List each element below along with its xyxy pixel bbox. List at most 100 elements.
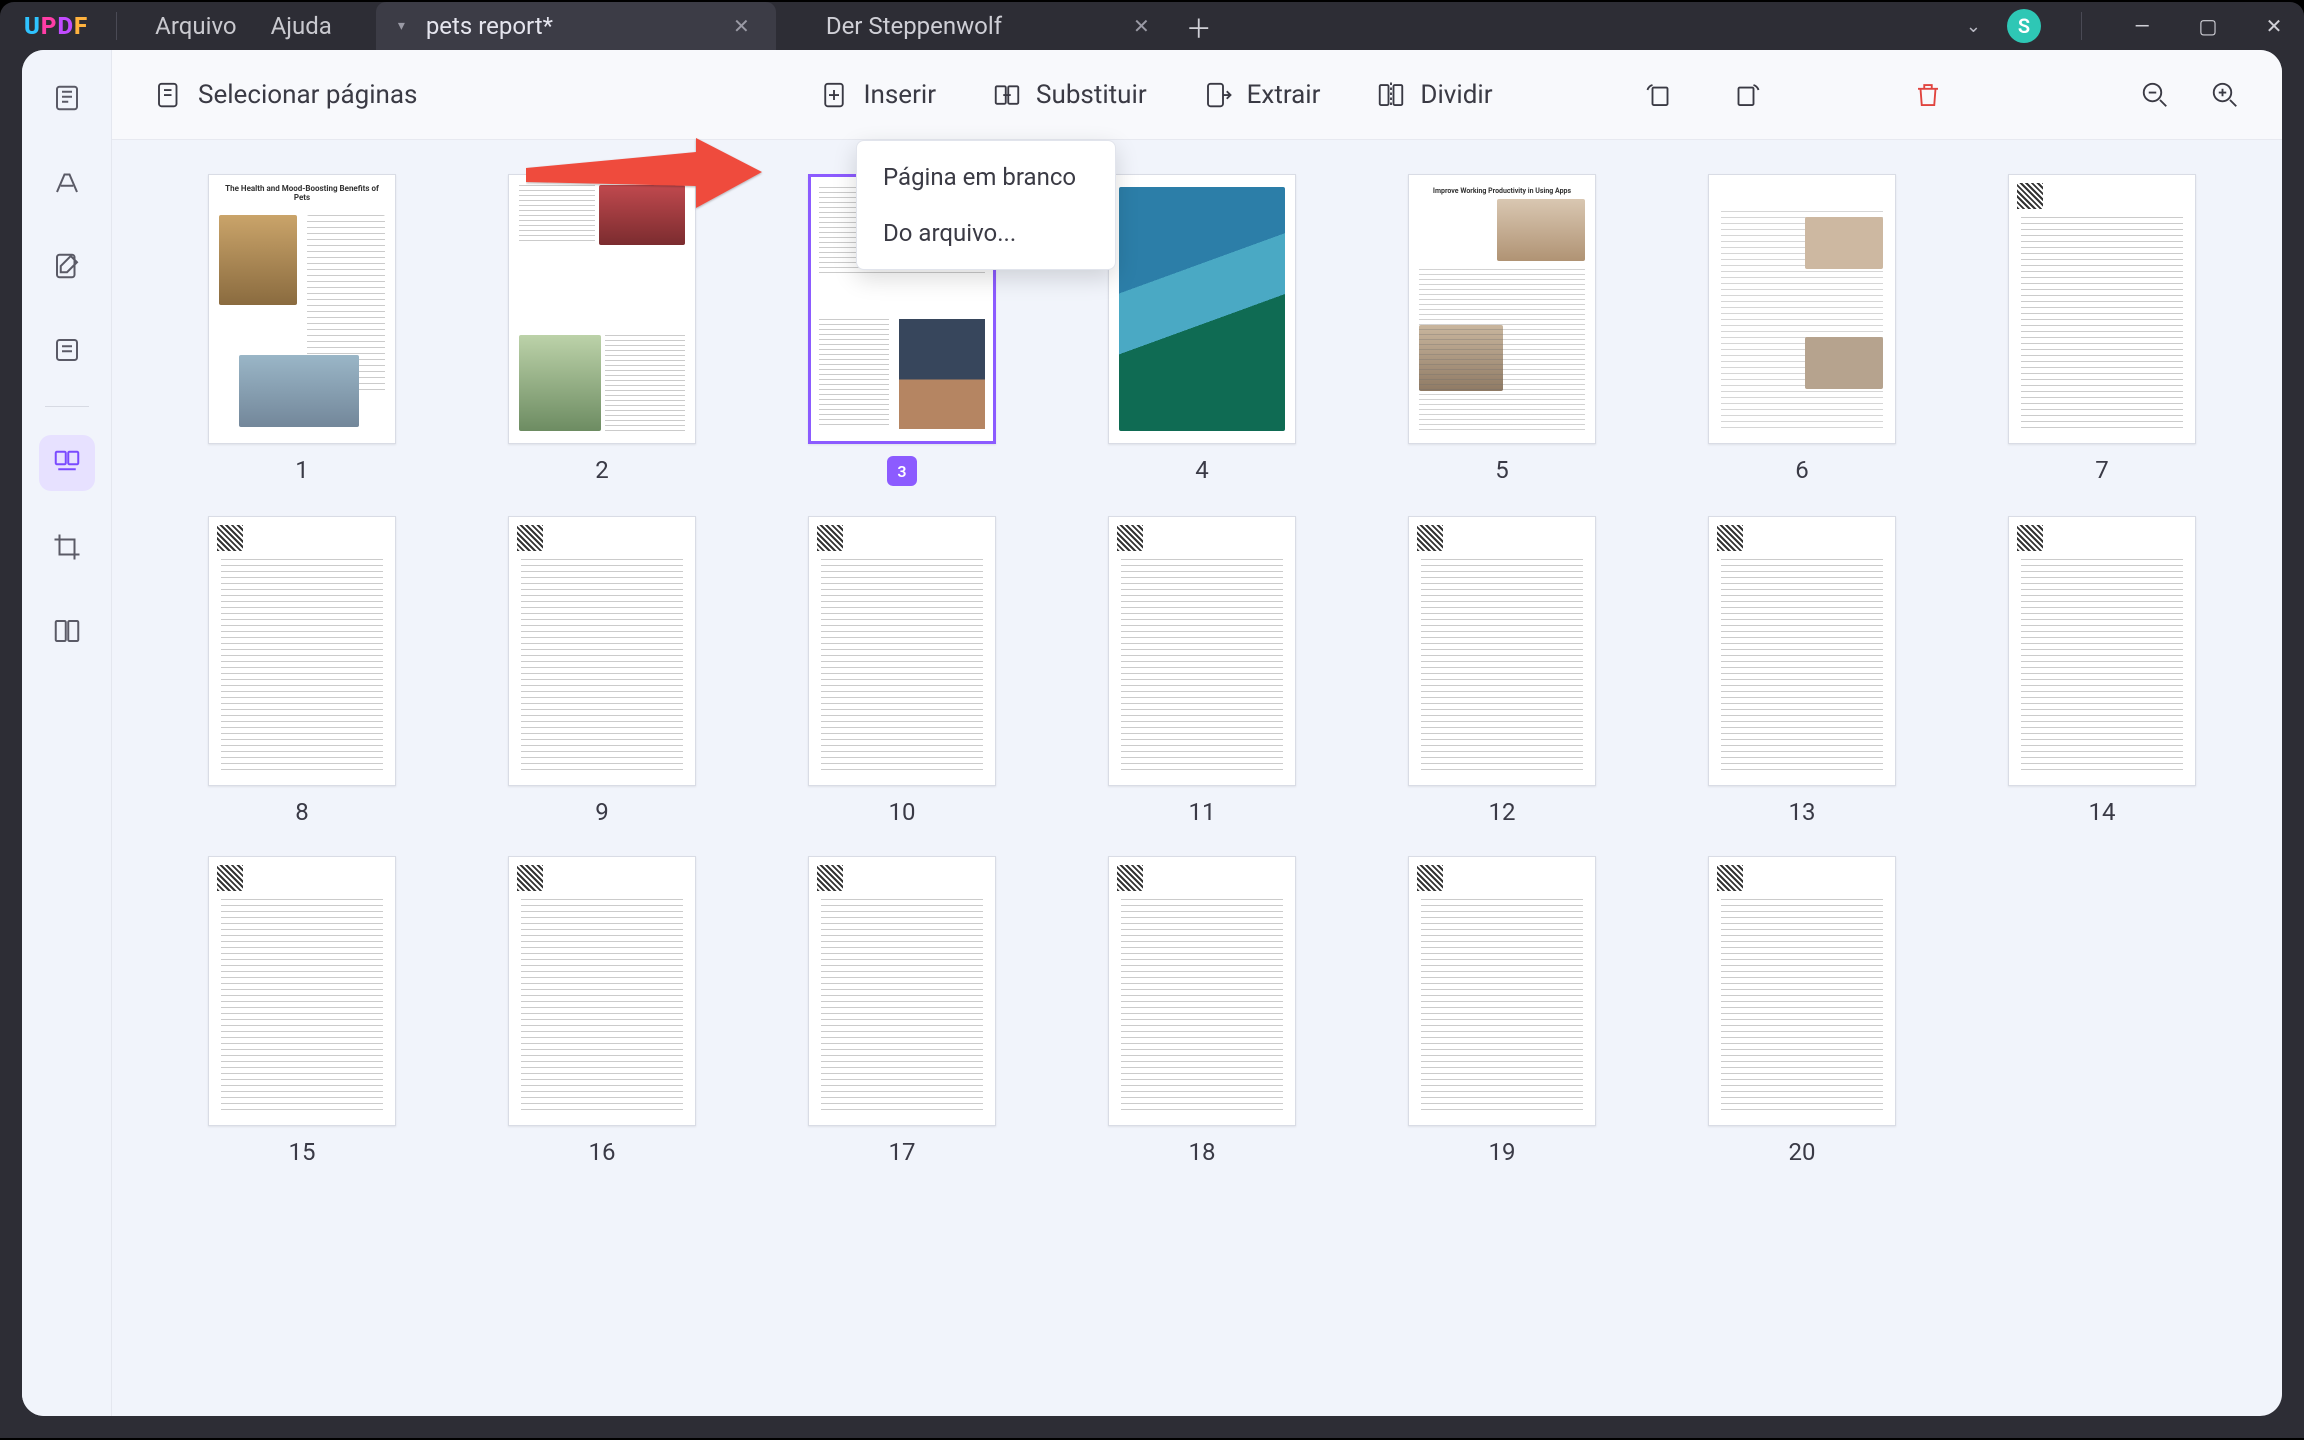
page-thumbnail[interactable] <box>1708 174 1896 444</box>
menu-file[interactable]: Arquivo <box>145 12 246 40</box>
document-tabs: ▾ pets report* ✕ Der Steppenwolf ✕ ＋ <box>376 2 1952 50</box>
extract-button[interactable]: Extrair <box>1203 80 1321 110</box>
organize-toolbar: Selecionar páginas Inserir Substituir <box>112 50 2282 140</box>
sidebar-edit-icon[interactable] <box>39 238 95 294</box>
page-cell[interactable]: 11 <box>1108 516 1296 826</box>
page-number: 6 <box>1795 456 1809 484</box>
page-number: 10 <box>889 798 916 826</box>
page-number: 17 <box>889 1138 916 1166</box>
chevron-down-icon[interactable]: ⌄ <box>1966 16 1981 37</box>
separator <box>2081 12 2082 40</box>
page-cell[interactable]: 13 <box>1708 516 1896 826</box>
insert-blank-page[interactable]: Página em branco <box>857 149 1115 205</box>
page-number: 1 <box>295 456 309 484</box>
page-cell[interactable]: 2 <box>508 174 696 486</box>
page-cell[interactable]: 7 <box>2008 174 2196 486</box>
window-minimize-icon[interactable]: ― <box>2122 6 2162 46</box>
tab-steppenwolf[interactable]: Der Steppenwolf ✕ <box>776 2 1176 50</box>
page-thumbnail[interactable] <box>808 856 996 1126</box>
page-thumbnail[interactable] <box>208 856 396 1126</box>
select-pages-button[interactable]: Selecionar páginas <box>154 80 417 110</box>
window-maximize-icon[interactable]: ▢ <box>2188 6 2228 46</box>
page-thumbnail[interactable] <box>2008 516 2196 786</box>
titlebar: UPDF Arquivo Ajuda ▾ pets report* ✕ Der … <box>0 2 2304 50</box>
page-thumbnail[interactable] <box>508 174 696 444</box>
page-number: 15 <box>289 1138 316 1166</box>
page-cell[interactable]: 17 <box>808 856 996 1166</box>
page-thumbnail[interactable] <box>2008 174 2196 444</box>
page-thumbnail[interactable] <box>1108 516 1296 786</box>
page-thumbnail[interactable]: The Health and Mood-Boosting Benefits of… <box>208 174 396 444</box>
page-cell[interactable]: 15 <box>208 856 396 1166</box>
tab-pets-report[interactable]: ▾ pets report* ✕ <box>376 2 776 50</box>
sidebar-separator <box>45 406 89 407</box>
app-logo: UPDF <box>24 12 88 40</box>
page-cell[interactable]: 6 <box>1708 174 1896 486</box>
menu-help[interactable]: Ajuda <box>261 12 342 40</box>
page-thumbnail[interactable] <box>1108 174 1296 444</box>
page-number: 3 <box>887 456 917 486</box>
page-thumbnail[interactable] <box>1708 516 1896 786</box>
rotate-right-button[interactable] <box>1731 80 1761 110</box>
replace-label: Substituir <box>1036 80 1147 110</box>
insert-button[interactable]: Inserir <box>819 80 936 110</box>
profile-avatar[interactable]: S <box>2007 9 2041 43</box>
page-number: 14 <box>2089 798 2116 826</box>
page-number: 7 <box>2095 456 2109 484</box>
page-cell[interactable]: 9 <box>508 516 696 826</box>
page-number: 5 <box>1495 456 1509 484</box>
window-close-icon[interactable]: ✕ <box>2254 6 2294 46</box>
page-number: 13 <box>1789 798 1816 826</box>
tab-title: Der Steppenwolf <box>826 12 1002 40</box>
page-cell[interactable]: 10 <box>808 516 996 826</box>
page-number: 11 <box>1189 798 1216 826</box>
page-cell[interactable]: 16 <box>508 856 696 1166</box>
page-thumbnail[interactable] <box>1708 856 1896 1126</box>
page-thumbnail[interactable]: Improve Working Productivity in Using Ap… <box>1408 174 1596 444</box>
sidebar-annotate-icon[interactable] <box>39 154 95 210</box>
insert-dropdown: Página em branco Do arquivo... <box>856 140 1116 270</box>
page-thumbnail[interactable] <box>808 516 996 786</box>
tab-close-icon[interactable]: ✕ <box>733 14 750 38</box>
sidebar-compare-icon[interactable] <box>39 603 95 659</box>
page-cell[interactable]: 18 <box>1108 856 1296 1166</box>
split-button[interactable]: Dividir <box>1376 80 1492 110</box>
page-thumbnail[interactable] <box>208 516 396 786</box>
page-number: 19 <box>1489 1138 1516 1166</box>
split-label: Dividir <box>1420 80 1492 110</box>
page-cell[interactable]: 14 <box>2008 516 2196 826</box>
delete-button[interactable] <box>1913 80 1943 110</box>
page-cell[interactable]: 8 <box>208 516 396 826</box>
zoom-in-button[interactable] <box>2210 80 2240 110</box>
page-number: 8 <box>295 798 309 826</box>
new-tab-button[interactable]: ＋ <box>1176 4 1222 50</box>
page-cell[interactable]: 19 <box>1408 856 1596 1166</box>
page-thumbnail[interactable] <box>1408 856 1596 1126</box>
page-cell[interactable]: 4 <box>1108 174 1296 486</box>
sidebar-form-icon[interactable] <box>39 322 95 378</box>
page-thumbnail[interactable] <box>508 516 696 786</box>
page-grid: The Health and Mood-Boosting Benefits of… <box>112 140 2282 1416</box>
page-thumbnail[interactable] <box>1108 856 1296 1126</box>
replace-button[interactable]: Substituir <box>992 80 1147 110</box>
left-sidebar <box>22 50 112 1416</box>
sidebar-reader-icon[interactable] <box>39 70 95 126</box>
page-number: 18 <box>1189 1138 1216 1166</box>
page-thumbnail[interactable] <box>1408 516 1596 786</box>
select-pages-label: Selecionar páginas <box>198 80 417 110</box>
page-thumbnail[interactable] <box>508 856 696 1126</box>
zoom-out-button[interactable] <box>2140 80 2170 110</box>
rotate-left-button[interactable] <box>1645 80 1675 110</box>
sidebar-organize-icon[interactable] <box>39 435 95 491</box>
tab-close-icon[interactable]: ✕ <box>1133 14 1150 38</box>
page-cell[interactable]: 20 <box>1708 856 1896 1166</box>
page-number: 9 <box>595 798 609 826</box>
insert-from-file[interactable]: Do arquivo... <box>857 205 1115 261</box>
page-cell[interactable]: Improve Working Productivity in Using Ap… <box>1408 174 1596 486</box>
separator <box>116 12 117 40</box>
page-cell[interactable]: The Health and Mood-Boosting Benefits of… <box>208 174 396 486</box>
sidebar-crop-icon[interactable] <box>39 519 95 575</box>
page-cell[interactable]: 12 <box>1408 516 1596 826</box>
tab-title: pets report* <box>426 12 553 40</box>
page-number: 20 <box>1789 1138 1816 1166</box>
